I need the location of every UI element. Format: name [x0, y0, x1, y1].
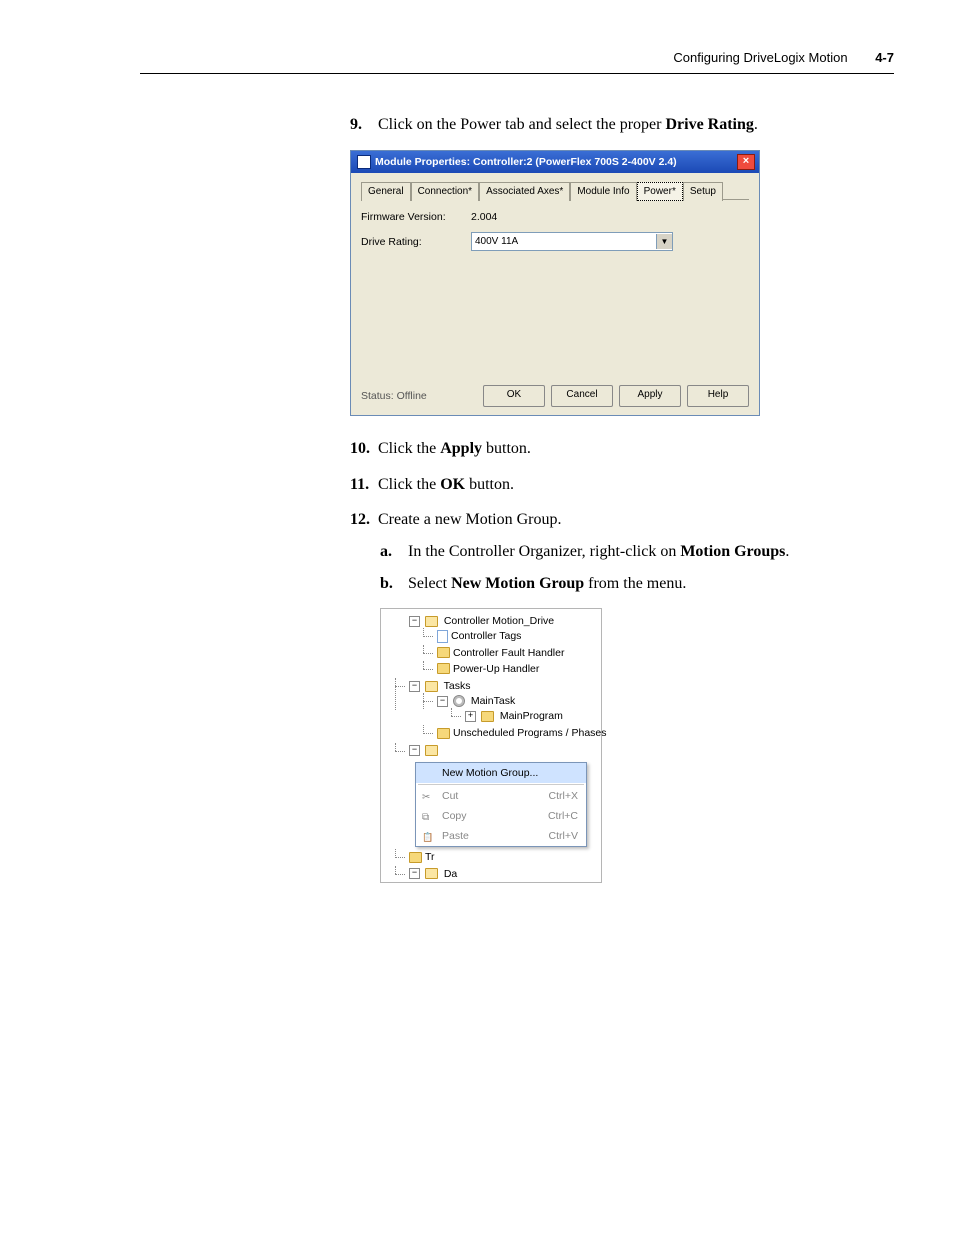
expander-icon[interactable]: − [409, 745, 420, 756]
step-10: 10. Click the Apply button. [350, 438, 894, 460]
dialog-tabs: General Connection* Associated Axes* Mod… [361, 181, 749, 201]
program-icon [481, 711, 494, 722]
module-properties-dialog: Module Properties: Controller:2 (PowerFl… [350, 150, 760, 417]
menu-paste: Paste Ctrl+V [416, 826, 586, 846]
tree-data[interactable]: − Da [395, 866, 601, 882]
ok-button[interactable]: OK [483, 385, 545, 407]
tree-unscheduled[interactable]: Unscheduled Programs / Phases [423, 725, 601, 741]
folder-icon [437, 728, 450, 739]
drive-rating-input[interactable] [472, 235, 656, 248]
cancel-button[interactable]: Cancel [551, 385, 613, 407]
folder-icon [437, 663, 450, 674]
step-12: 12. Create a new Motion Group. a. In the… [350, 509, 894, 882]
tree-maintask[interactable]: − MainTask + MainProgram [423, 693, 601, 725]
tab-general[interactable]: General [361, 182, 411, 202]
tab-module-info[interactable]: Module Info [570, 182, 636, 202]
page-header: Configuring DriveLogix Motion 4-7 [140, 50, 894, 74]
step-9: 9. Click on the Power tab and select the… [350, 114, 894, 416]
tags-icon [437, 630, 448, 643]
menu-cut: Cut Ctrl+X [416, 786, 586, 806]
menu-separator [418, 784, 584, 785]
tree-fault-handler[interactable]: Controller Fault Handler [423, 645, 601, 661]
dialog-titlebar: Module Properties: Controller:2 (PowerFl… [351, 151, 759, 173]
expander-icon[interactable]: − [409, 681, 420, 692]
expander-icon[interactable]: − [409, 616, 420, 627]
tree-tasks[interactable]: − Tasks − MainTask + [395, 678, 601, 743]
paste-icon [422, 830, 434, 842]
folder-icon [437, 647, 450, 658]
tree-mainprogram[interactable]: + MainProgram [451, 708, 601, 724]
folder-icon [409, 852, 422, 863]
expander-icon[interactable]: − [409, 868, 420, 879]
page-number: 4-7 [875, 50, 894, 65]
dialog-status: Status: Offline [361, 389, 427, 403]
apply-button[interactable]: Apply [619, 385, 681, 407]
cut-icon [422, 790, 434, 802]
firmware-version-value: 2.004 [471, 210, 497, 224]
close-icon[interactable]: × [737, 154, 755, 170]
context-menu: New Motion Group... Cut Ctrl+X Copy Ctrl… [415, 762, 587, 848]
folder-icon [425, 681, 438, 692]
folder-icon [425, 745, 438, 756]
help-button[interactable]: Help [687, 385, 749, 407]
tree-powerup-handler[interactable]: Power-Up Handler [423, 661, 601, 677]
tab-setup[interactable]: Setup [683, 182, 723, 202]
expander-icon[interactable]: + [465, 711, 476, 722]
step-12b: b. Select New Motion Group from the menu… [380, 573, 894, 595]
expander-icon[interactable]: − [437, 696, 448, 707]
drive-rating-combo[interactable]: ▼ [471, 232, 673, 251]
menu-copy: Copy Ctrl+C [416, 806, 586, 826]
folder-icon [425, 868, 438, 879]
chevron-down-icon[interactable]: ▼ [656, 234, 672, 249]
step-12a: a. In the Controller Organizer, right-cl… [380, 541, 894, 563]
tab-assoc-axes[interactable]: Associated Axes* [479, 182, 570, 202]
tab-connection[interactable]: Connection* [411, 182, 479, 202]
dialog-title: Module Properties: Controller:2 (PowerFl… [375, 155, 677, 169]
tree-motion-groups[interactable]: − [395, 743, 601, 759]
task-icon [453, 695, 465, 707]
tree-trends[interactable]: Tr [395, 849, 601, 865]
copy-icon [422, 810, 434, 822]
tree-controller-tags[interactable]: Controller Tags [423, 628, 601, 644]
tree-controller-root[interactable]: − Controller Motion_Drive Controller Tag… [395, 613, 601, 678]
firmware-version-label: Firmware Version: [361, 210, 471, 224]
folder-icon [425, 616, 438, 627]
tab-power[interactable]: Power* [637, 182, 683, 202]
drive-rating-label: Drive Rating: [361, 235, 471, 249]
app-icon [357, 155, 371, 169]
menu-new-motion-group[interactable]: New Motion Group... [416, 763, 586, 783]
controller-organizer-tree: − Controller Motion_Drive Controller Tag… [380, 608, 602, 883]
header-title: Configuring DriveLogix Motion [673, 50, 847, 65]
step-11: 11. Click the OK button. [350, 474, 894, 496]
